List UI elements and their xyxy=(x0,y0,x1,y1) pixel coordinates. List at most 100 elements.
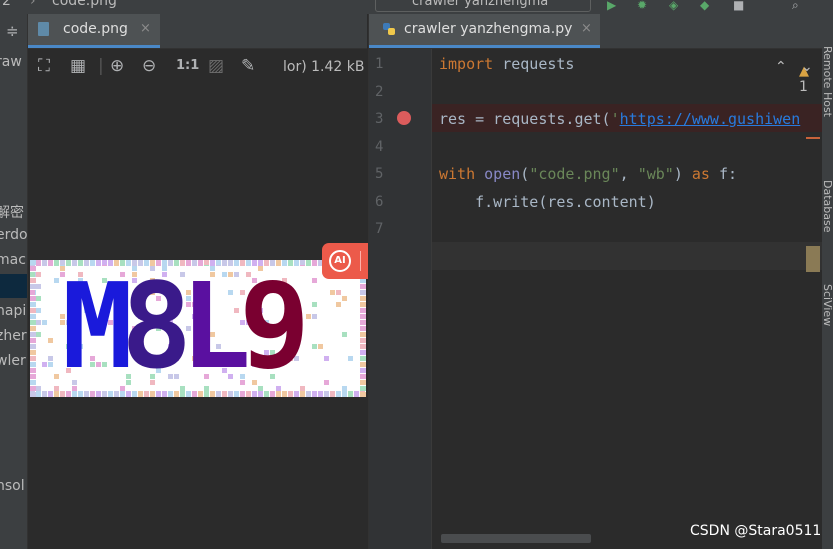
captcha-noise-pixel xyxy=(324,380,329,385)
keyword: with xyxy=(439,165,476,183)
captcha-noise-pixel xyxy=(312,391,317,397)
captcha-noise-pixel xyxy=(318,344,323,349)
tool-window-database[interactable]: Database xyxy=(822,180,833,233)
zoom-out-icon[interactable]: ⊖ xyxy=(142,57,156,75)
captcha-noise-pixel xyxy=(342,332,347,337)
tool-window-remote-host[interactable]: Remote Host xyxy=(822,46,833,117)
line-number: 3 xyxy=(375,111,384,127)
breakpoint-icon[interactable] xyxy=(397,111,411,125)
code-area[interactable]: import requests res = requests.get('http… xyxy=(432,49,822,549)
captcha-noise-pixel xyxy=(54,374,59,379)
project-item[interactable]: zher xyxy=(0,328,27,344)
captcha-noise-pixel xyxy=(354,391,359,397)
captcha-noise-pixel xyxy=(324,391,329,397)
color-picker-icon[interactable]: ✎ xyxy=(241,57,255,75)
captcha-noise-pixel xyxy=(342,386,347,391)
captcha-noise-pixel xyxy=(36,284,41,289)
search-everywhere-icon[interactable]: ⌕ xyxy=(792,0,799,13)
project-item[interactable]: hapi xyxy=(0,303,26,319)
project-item[interactable]: raw xyxy=(0,54,22,70)
profile-icon[interactable]: ◆ xyxy=(700,0,709,12)
captcha-noise-pixel xyxy=(360,302,366,307)
string-literal: "wb" xyxy=(637,165,674,183)
code-line-3: res = requests.get('https://www.gushiwen xyxy=(439,110,800,128)
current-line-highlight xyxy=(432,242,822,270)
captcha-noise-pixel xyxy=(30,302,36,307)
coverage-icon[interactable]: ◈ xyxy=(669,0,678,12)
captcha-noise-pixel xyxy=(306,314,311,319)
previous-highlight-icon[interactable]: ⌃ xyxy=(775,59,787,75)
captcha-noise-pixel xyxy=(36,391,41,397)
captcha-noise-pixel xyxy=(30,380,36,385)
captcha-noise-pixel xyxy=(36,260,41,266)
tab-label: crawler yanzhengma.py xyxy=(404,21,573,37)
code-text: , xyxy=(619,165,638,183)
collapse-all-icon[interactable]: ≑ xyxy=(6,22,19,40)
project-item[interactable]: wler xyxy=(0,353,26,369)
close-tab-icon[interactable]: × xyxy=(140,21,151,36)
project-item[interactable]: nsol xyxy=(0,478,25,494)
captcha-noise-pixel xyxy=(30,266,36,271)
captcha-noise-pixel xyxy=(54,386,59,391)
captcha-noise-pixel xyxy=(48,356,53,361)
captcha-noise-pixel xyxy=(318,391,323,397)
tab-crawler-py[interactable]: crawler yanzhengma.py × xyxy=(369,14,600,48)
line-number: 5 xyxy=(375,166,384,182)
line-number-gutter[interactable]: 1 2 3 4 5 6 7 xyxy=(369,49,432,549)
editor-tab-bar: crawler yanzhengma.py × xyxy=(369,14,822,49)
project-item[interactable]: erdo xyxy=(0,227,27,243)
error-stripe-mark[interactable] xyxy=(806,137,820,139)
close-tab-icon[interactable]: × xyxy=(581,21,592,36)
url-link[interactable]: https://www.gushiwen xyxy=(620,110,801,128)
captcha-noise-pixel xyxy=(360,290,366,295)
captcha-noise-pixel xyxy=(30,260,35,265)
project-item[interactable]: mac xyxy=(0,252,26,268)
breadcrumb-file[interactable]: code.png xyxy=(52,0,117,9)
string-literal: "code.png" xyxy=(529,165,620,183)
line-number: 1 xyxy=(375,56,384,72)
string-quote: ' xyxy=(610,110,620,128)
captcha-noise-pixel xyxy=(360,374,366,379)
code-line-6: f.write(res.content) xyxy=(439,193,656,211)
grid-icon[interactable]: ▦ xyxy=(70,57,86,75)
image-viewer-pane: code.png × ⛶ ▦ | ⊕ ⊖ 1:1 ▨ ✎ lor) 1.42 k… xyxy=(28,14,398,549)
horizontal-scrollbar-thumb[interactable] xyxy=(441,534,591,543)
captcha-noise-pixel xyxy=(30,314,36,319)
captcha-noise-pixel xyxy=(36,386,41,391)
stop-icon[interactable]: ■ xyxy=(733,0,744,12)
captcha-noise-pixel xyxy=(312,344,317,349)
next-highlight-icon[interactable]: ⌄ xyxy=(801,59,813,75)
zoom-in-icon[interactable]: ⊕ xyxy=(110,57,124,75)
captcha-noise-pixel xyxy=(36,332,41,337)
captcha-noise-pixel xyxy=(30,374,36,379)
captcha-noise-pixel xyxy=(312,260,317,266)
run-configuration-label: crawler yanzhengma xyxy=(412,0,549,9)
captcha-char: L xyxy=(180,260,251,395)
run-configuration-select[interactable]: crawler yanzhengma xyxy=(375,0,591,12)
captcha-noise-pixel xyxy=(54,278,59,283)
actual-size-icon[interactable]: 1:1 xyxy=(176,57,199,75)
vertical-scrollbar-thumb[interactable] xyxy=(806,246,820,272)
project-item[interactable]: 解密 xyxy=(0,202,24,222)
keyword: import xyxy=(439,55,494,73)
captcha-char: M xyxy=(62,260,133,395)
captcha-noise-pixel xyxy=(330,391,335,397)
breadcrumb-root[interactable]: 2 xyxy=(2,0,11,9)
captcha-noise-pixel xyxy=(360,284,366,289)
run-icon[interactable]: ▶ xyxy=(607,0,616,12)
fit-zoom-icon[interactable]: ⛶ xyxy=(38,57,50,75)
ai-icon[interactable]: AI xyxy=(329,250,351,272)
captcha-noise-pixel xyxy=(360,368,366,373)
selected-project-item[interactable] xyxy=(0,274,27,298)
captcha-noise-pixel xyxy=(306,391,311,397)
captcha-noise-pixel xyxy=(336,290,341,295)
captcha-noise-pixel xyxy=(300,391,305,397)
captcha-noise-pixel xyxy=(30,350,36,355)
background-icon[interactable]: ▨ xyxy=(208,57,224,75)
tool-window-sciview[interactable]: SciView xyxy=(822,284,833,326)
captcha-noise-pixel xyxy=(30,296,36,301)
tab-code-png[interactable]: code.png × xyxy=(28,14,160,48)
captcha-noise-pixel xyxy=(360,392,366,397)
debug-icon[interactable]: ✹ xyxy=(637,0,647,12)
captcha-noise-pixel xyxy=(330,290,335,295)
